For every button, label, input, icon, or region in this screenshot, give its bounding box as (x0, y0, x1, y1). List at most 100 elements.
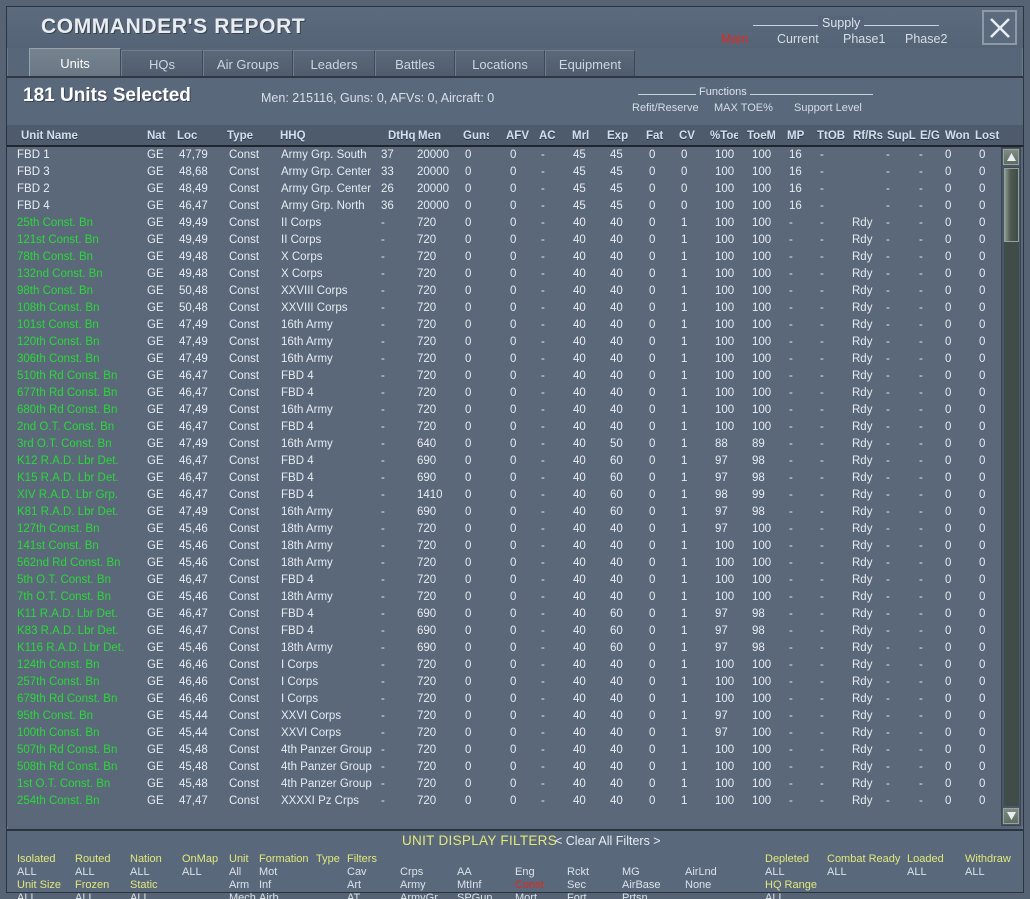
vertical-scrollbar[interactable] (1001, 147, 1021, 826)
filter-loaded-value[interactable]: ALL (907, 866, 944, 879)
filter-prtsn[interactable]: Prtsn (622, 892, 661, 899)
filter-routed[interactable]: Routed ALL (75, 853, 110, 879)
table-row[interactable]: 1st O.T. Const. Bn GE 45,48 Const 4th Panzer… (7, 776, 1023, 793)
filter-aa[interactable]: AA (457, 866, 492, 879)
filter-depleted-value[interactable]: ALL (765, 866, 809, 879)
table-row[interactable]: 100th Const. Bn GE 45,44 Const XXVI Corps - 72… (7, 725, 1023, 742)
filter-onmap-value[interactable]: ALL (182, 866, 218, 879)
table-row[interactable]: K12 R.A.D. Lbr Det. GE 46,47 Const FBD 4 - 690… (7, 453, 1023, 470)
unit-table-body[interactable]: FBD 1 GE 47,79 Const Army Grp. South 37 20000 0… (7, 147, 1023, 826)
column-header-mrl[interactable]: Mrl (572, 125, 596, 147)
table-row[interactable]: 562nd Rd Const. Bn GE 45,46 Const 18th Army -… (7, 555, 1023, 572)
filter-formation-airb[interactable]: Airb (259, 892, 309, 899)
tab-air-groups[interactable]: Air Groups (203, 50, 293, 77)
table-row[interactable]: 120th Const. Bn GE 47,49 Const 16th Army - 720… (7, 334, 1023, 351)
scrollbar-thumb[interactable] (1004, 168, 1019, 242)
tab-locations[interactable]: Locations (455, 50, 545, 77)
column-header-supl[interactable]: SupL (887, 125, 917, 147)
filter-isolated[interactable]: Isolated ALL (17, 853, 56, 879)
column-header-fat[interactable]: Fat (646, 125, 670, 147)
table-row[interactable]: 677th Rd Const. Bn GE 46,47 Const FBD 4 - 720 0… (7, 385, 1023, 402)
filter-unit-mech[interactable]: Mech (229, 892, 256, 899)
column-header-cv[interactable]: CV (679, 125, 703, 147)
filter-unit-arm[interactable]: Arm (229, 879, 256, 892)
tab-units[interactable]: Units (29, 48, 121, 78)
filter-frozen-value[interactable]: ALL (75, 892, 109, 899)
supply-option-current[interactable]: Current (777, 32, 843, 46)
table-row[interactable]: 679th Rd Const. Bn GE 46,46 Const I Corps - 72… (7, 691, 1023, 708)
filter-mg[interactable]: MG (622, 866, 661, 879)
filter-static[interactable]: Static ALL (130, 879, 158, 899)
table-row[interactable]: 254th Const. Bn GE 47,47 Const XXXXI Pz Crps… (7, 793, 1023, 810)
table-row[interactable]: 5th O.T. Const. Bn GE 46,47 Const FBD 4 - 720 0… (7, 572, 1023, 589)
tab-leaders[interactable]: Leaders (293, 50, 375, 77)
column-header-exp[interactable]: Exp (607, 125, 631, 147)
function-max-toe[interactable]: MAX TOE% (714, 102, 794, 114)
tab-equipment[interactable]: Equipment (545, 50, 635, 77)
filter-static-value[interactable]: ALL (130, 892, 158, 899)
column-header-ttob[interactable]: TtOB (817, 125, 847, 147)
filter-frozen[interactable]: Frozen ALL (75, 879, 109, 899)
filter-nation[interactable]: Nation ALL (130, 853, 162, 879)
filter-withdraw-value[interactable]: ALL (965, 866, 1011, 879)
filter-depleted[interactable]: Depleted ALL (765, 853, 809, 879)
filter-type-at[interactable]: AT (347, 892, 377, 899)
table-row[interactable]: 306th Const. Bn GE 47,49 Const 16th Army - 720… (7, 351, 1023, 368)
column-header-hhq[interactable]: HHQ (280, 125, 384, 147)
table-row[interactable]: FBD 3 GE 48,68 Const Army Grp. Center 33 20000… (7, 164, 1023, 181)
filter-rckt[interactable]: Rckt (567, 866, 589, 879)
table-row[interactable]: 95th Const. Bn GE 45,44 Const XXVI Corps - 720… (7, 708, 1023, 725)
filter-formation-inf[interactable]: Inf (259, 879, 309, 892)
filter-spgun[interactable]: SPGun (457, 892, 492, 899)
column-header-rf-rs[interactable]: Rf/Rs (853, 125, 885, 147)
filter-type-art[interactable]: Art (347, 879, 377, 892)
table-row[interactable]: 127th Const. Bn GE 45,46 Const 18th Army - 720… (7, 521, 1023, 538)
filter-nation-value[interactable]: ALL (130, 866, 162, 879)
filter-army[interactable]: Army (400, 879, 438, 892)
column-header-won[interactable]: Won (945, 125, 971, 147)
filter-crps[interactable]: Crps (400, 866, 438, 879)
table-row[interactable]: 98th Const. Bn GE 50,48 Const XXVIII Corps - 7… (7, 283, 1023, 300)
scroll-down-button[interactable] (1003, 808, 1019, 824)
table-row[interactable]: K11 R.A.D. Lbr Det. GE 46,47 Const FBD 4 - 690… (7, 606, 1023, 623)
filter-unit-size-value[interactable]: ALL (17, 892, 61, 899)
filter-const[interactable]: Const (515, 879, 544, 892)
table-row[interactable]: 507th Rd Const. Bn GE 45,48 Const 4th Panzer… (7, 742, 1023, 759)
filter-mtinf[interactable]: MtInf (457, 879, 492, 892)
filter-airlnd[interactable]: AirLnd (685, 866, 717, 879)
table-row[interactable]: K15 R.A.D. Lbr Det. GE 46,47 Const FBD 4 - 690… (7, 470, 1023, 487)
column-header-e-g[interactable]: E/G (920, 125, 948, 147)
filter-airbase[interactable]: AirBase (622, 879, 661, 892)
tab-hqs[interactable]: HQs (121, 50, 203, 77)
filter-combat-ready-value[interactable]: ALL (827, 866, 900, 879)
supply-option-phase2[interactable]: Phase2 (905, 32, 967, 46)
column-header-type[interactable]: Type (227, 125, 273, 147)
table-row[interactable]: 25th Const. Bn GE 49,49 Const II Corps - 720 0 0… (7, 215, 1023, 232)
column-header-dthq[interactable]: DtHq (388, 125, 416, 147)
table-row[interactable]: 101st Const. Bn GE 47,49 Const 16th Army - 720… (7, 317, 1023, 334)
table-row[interactable]: FBD 4 GE 46,47 Const Army Grp. North 36 20000 0… (7, 198, 1023, 215)
column-header-loc[interactable]: Loc (177, 125, 221, 147)
filter-onmap[interactable]: OnMap ALL (182, 853, 218, 879)
filter-withdraw[interactable]: Withdraw ALL (965, 853, 1011, 879)
column-header-ac[interactable]: AC (539, 125, 561, 147)
filter-hq-range-value[interactable]: ALL (765, 892, 817, 899)
filter-sec[interactable]: Sec (567, 879, 589, 892)
filter-loaded[interactable]: Loaded ALL (907, 853, 944, 879)
supply-option-phase1[interactable]: Phase1 (843, 32, 905, 46)
column-header-men[interactable]: Men (418, 125, 458, 147)
filter-fort[interactable]: Fort (567, 892, 589, 899)
table-row[interactable]: 7th O.T. Const. Bn GE 45,46 Const 18th Army -… (7, 589, 1023, 606)
table-row[interactable]: K116 R.A.D. Lbr Det. GE 45,46 Const 18th Arm… (7, 640, 1023, 657)
column-header-afv[interactable]: AFV (506, 125, 532, 147)
table-row[interactable]: 108th Const. Bn GE 50,48 Const XXVIII Corps -… (7, 300, 1023, 317)
scrollbar-track[interactable] (1004, 167, 1019, 806)
scroll-up-button[interactable] (1003, 149, 1019, 165)
table-row[interactable]: K83 R.A.D. Lbr Det. GE 46,47 Const FBD 4 - 690… (7, 623, 1023, 640)
column-header-nat[interactable]: Nat (147, 125, 173, 147)
table-row[interactable]: 508th Rd Const. Bn GE 45,48 Const 4th Panzer… (7, 759, 1023, 776)
table-row[interactable]: 680th Rd Const. Bn GE 47,49 Const 16th Army -… (7, 402, 1023, 419)
column-header-toem[interactable]: ToeM (747, 125, 775, 147)
filter-hq-range[interactable]: HQ Range ALL (765, 879, 817, 899)
table-row[interactable]: K81 R.A.D. Lbr Det. GE 47,49 Const 16th Army… (7, 504, 1023, 521)
